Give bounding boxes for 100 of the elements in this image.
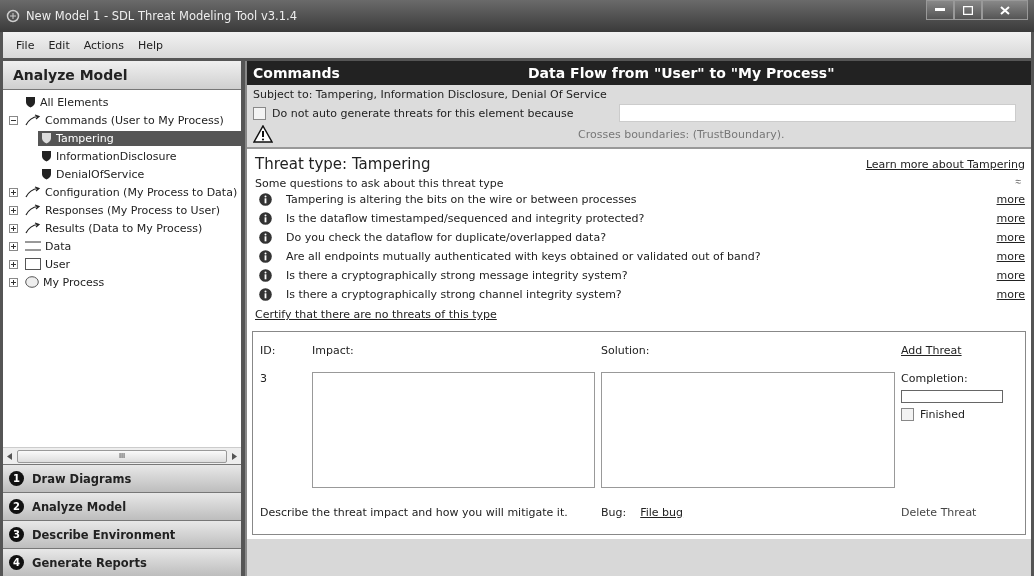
more-link[interactable]: more <box>996 212 1025 225</box>
expand-toggle-icon[interactable] <box>9 277 18 287</box>
expand-toggle-icon[interactable] <box>9 259 18 269</box>
id-label: ID: <box>260 344 277 357</box>
tree-item[interactable]: InformationDisclosure <box>38 148 180 164</box>
step-number: 3 <box>9 527 24 542</box>
impact-field[interactable] <box>312 372 595 488</box>
question-text: Is there a cryptographically strong channel integrity system? <box>286 288 623 301</box>
step-tab[interactable]: 4 Generate Reports <box>3 548 241 576</box>
more-link[interactable]: more <box>996 250 1025 263</box>
info-icon <box>259 269 272 282</box>
tree-item[interactable]: My Process <box>22 274 108 290</box>
shield-icon <box>41 168 52 180</box>
tree-item[interactable]: User <box>22 256 74 272</box>
right-arrow-icon[interactable] <box>231 452 237 460</box>
info-icon <box>259 212 272 225</box>
learn-more-link[interactable]: Learn more about Tampering <box>865 157 1025 171</box>
tree-item[interactable]: Tampering <box>38 130 241 146</box>
window-title: New Model 1 - SDL Threat Modeling Tool v3.1.4 <box>26 9 298 23</box>
solution-field[interactable] <box>601 372 895 488</box>
bug-label: Bug: <box>601 505 627 519</box>
step-tab[interactable]: 3 Describe Environment <box>3 520 241 548</box>
threat-type-title: Threat type: Tampering <box>255 155 431 173</box>
step-tab[interactable]: 1 Draw Diagrams <box>3 464 241 492</box>
tree-item[interactable]: Results (Data to My Process) <box>22 220 206 236</box>
delete-threat-link[interactable]: Delete Threat <box>901 505 1018 519</box>
minimize-button[interactable] <box>926 0 954 20</box>
panel-header: Analyze Model <box>3 61 241 90</box>
left-arrow-icon[interactable] <box>7 452 13 460</box>
checkbox-label: Do not auto generate threats for this element because <box>272 106 574 120</box>
step-label: Describe Environment <box>32 527 176 542</box>
expand-toggle-icon[interactable] <box>9 187 18 197</box>
more-link[interactable]: more <box>996 231 1025 244</box>
minimize-icon <box>935 8 945 12</box>
checkbox[interactable] <box>901 408 914 421</box>
checkbox[interactable] <box>253 106 266 120</box>
questions-heading: Some questions to ask about this threat type <box>255 177 504 190</box>
info-icon <box>259 193 272 206</box>
info-icon <box>259 231 272 244</box>
menu-item[interactable]: Help <box>132 36 168 54</box>
rectangle-icon <box>25 258 41 270</box>
step-number: 4 <box>9 555 24 570</box>
question-text: Tampering is altering the bits on the wire or between processes <box>286 193 638 206</box>
menu-item[interactable]: File <box>11 36 40 54</box>
subject-text: Subject to: Tampering, Information Disclosure, Denial Of Service <box>253 88 608 101</box>
file-bug-link[interactable]: File bug <box>640 505 684 519</box>
certify-link[interactable]: Certify that there are no threats of this type <box>255 308 497 321</box>
warning-text: Crosses boundaries: (TrustBoundary). <box>578 127 785 141</box>
question-text: Are all endpoints mutually authenticated with keys obtained or validated out of band? <box>286 250 762 263</box>
solution-label: Solution: <box>601 344 651 357</box>
collapse-button[interactable]: ≈ <box>1011 176 1025 187</box>
question-text: Is there a cryptographically strong message integrity system? <box>286 269 629 282</box>
close-button[interactable] <box>982 0 1028 20</box>
app-icon <box>6 9 20 23</box>
shield-icon <box>25 96 36 108</box>
step-tab[interactable]: 2 Analyze Model <box>3 492 241 520</box>
maximize-button[interactable] <box>954 0 982 20</box>
circle-icon <box>25 276 39 288</box>
collapse-toggle-icon[interactable] <box>9 115 18 125</box>
curved-arrow-icon <box>25 114 41 126</box>
more-link[interactable]: more <box>996 288 1025 301</box>
expand-toggle-icon[interactable] <box>9 223 18 233</box>
element-heading: Data Flow from "User" to "My Process" <box>528 65 835 81</box>
info-icon <box>259 250 272 263</box>
menu-item[interactable]: Actions <box>78 36 129 54</box>
tree-item[interactable]: Configuration (My Process to Data) <box>22 184 241 200</box>
element-name: Commands <box>253 65 341 81</box>
menu-item[interactable]: Edit <box>43 36 75 54</box>
tree-item[interactable]: All Elements <box>22 94 112 110</box>
completion-label: Completion: <box>901 372 969 385</box>
shield-icon <box>41 132 52 144</box>
more-link[interactable]: more <box>996 193 1025 206</box>
curved-arrow-icon <box>25 222 41 234</box>
tree-item[interactable]: Data <box>22 238 75 254</box>
checkbox-label: Finished <box>920 408 966 421</box>
question-text: Is the dataflow timestamped/sequenced and integrity protected? <box>286 212 646 225</box>
reason-field[interactable] <box>619 104 1017 122</box>
curved-arrow-icon <box>25 186 41 198</box>
more-link[interactable]: more <box>996 269 1025 282</box>
hint-text: Describe the threat impact and how you will mitigate it. <box>260 505 569 519</box>
question-text: Do you check the dataflow for duplicate/overlapped data? <box>286 231 607 244</box>
impact-label: Impact: <box>312 344 355 357</box>
expand-toggle-icon[interactable] <box>9 241 18 251</box>
tree-item[interactable]: Responses (My Process to User) <box>22 202 223 218</box>
close-icon <box>1000 5 1010 15</box>
step-number: 1 <box>9 471 24 486</box>
tree-item[interactable]: DenialOfService <box>38 166 148 182</box>
curved-arrow-icon <box>25 204 41 216</box>
expand-toggle-icon[interactable] <box>9 205 18 215</box>
warning-icon <box>253 125 273 143</box>
info-icon <box>259 288 272 301</box>
step-number: 2 <box>9 499 24 514</box>
data-store-icon <box>25 241 41 251</box>
step-label: Draw Diagrams <box>32 471 132 486</box>
step-label: Generate Reports <box>32 555 147 570</box>
add-threat-link[interactable]: Add Threat <box>901 344 1018 357</box>
step-label: Analyze Model <box>32 499 127 514</box>
shield-icon <box>41 150 52 162</box>
maximize-icon <box>963 5 973 15</box>
tree-item[interactable]: Commands (User to My Process) <box>22 112 227 128</box>
